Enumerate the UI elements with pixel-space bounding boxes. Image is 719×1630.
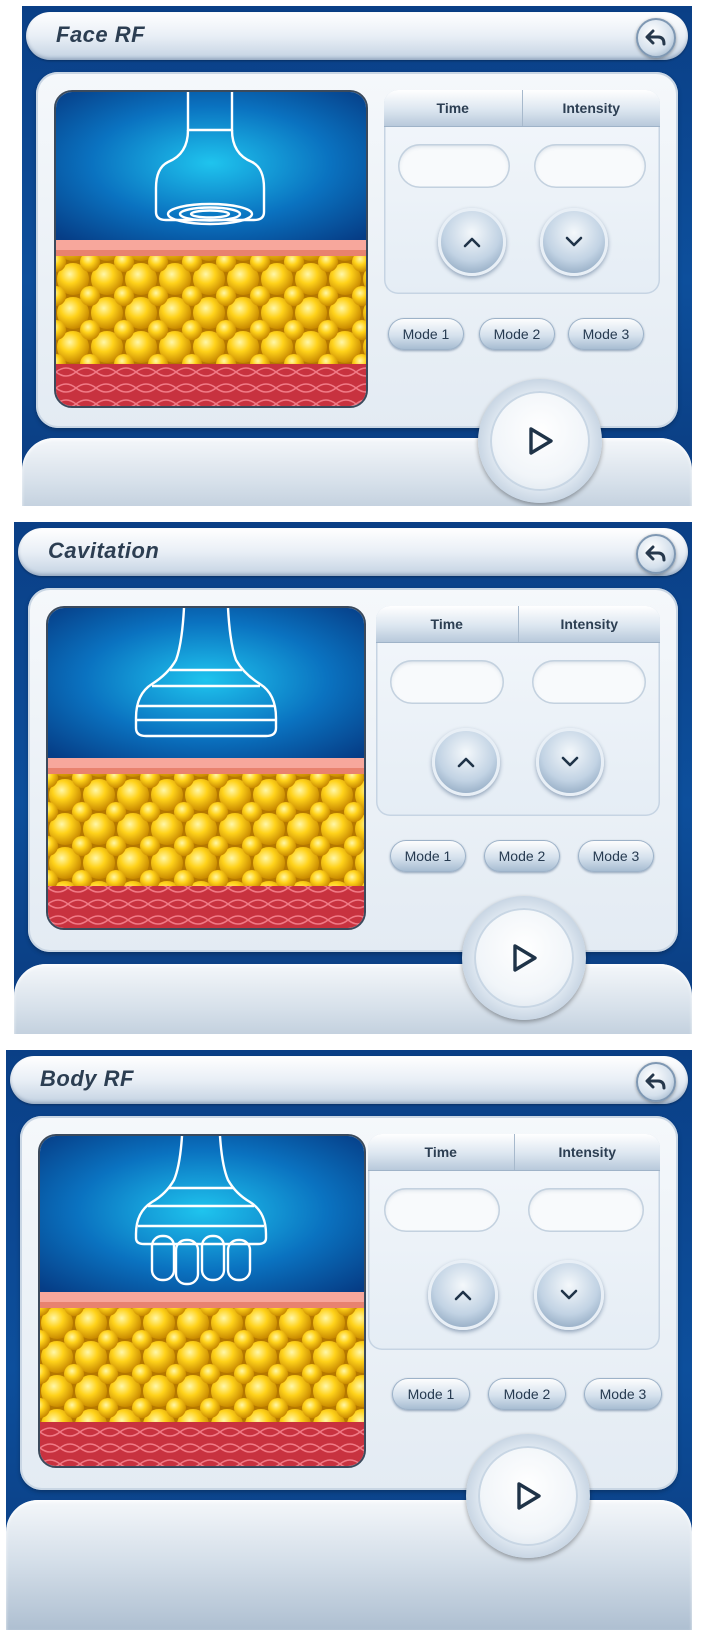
- mode-2-button[interactable]: Mode 2: [484, 840, 560, 872]
- screen-body-rf: Body RF Time Intensity Mode 1 Mode 2 Mod…: [6, 1050, 692, 1630]
- decrease-button[interactable]: [534, 1260, 604, 1330]
- increase-button[interactable]: [438, 208, 506, 276]
- mode-3-button[interactable]: Mode 3: [578, 840, 654, 872]
- title-bar: Body RF: [10, 1056, 688, 1104]
- time-value-field[interactable]: [384, 1188, 500, 1232]
- treatment-panel: Time Intensity Mode 1 Mode 2 Mode 3: [20, 1116, 678, 1490]
- chevron-up-icon: [463, 237, 481, 248]
- decrease-button[interactable]: [540, 208, 608, 276]
- play-icon: [513, 944, 537, 972]
- page-title: Face RF: [56, 22, 146, 47]
- back-button[interactable]: [636, 18, 676, 58]
- page-title: Cavitation: [48, 538, 160, 563]
- tab-intensity[interactable]: Intensity: [513, 1134, 661, 1170]
- chevron-down-icon: [561, 756, 579, 767]
- play-icon: [517, 1482, 541, 1510]
- mode-1-button[interactable]: Mode 1: [388, 318, 464, 350]
- chevron-up-icon: [457, 757, 475, 768]
- bottom-bar: [6, 1500, 692, 1630]
- time-value-field[interactable]: [398, 144, 510, 188]
- tab-time[interactable]: Time: [384, 90, 522, 126]
- chevron-down-icon: [565, 236, 583, 247]
- start-button-ring: [478, 379, 602, 503]
- tab-intensity[interactable]: Intensity: [521, 90, 661, 126]
- chevron-down-icon: [560, 1289, 578, 1300]
- title-bar: Face RF: [26, 12, 688, 60]
- intensity-value-field[interactable]: [534, 144, 646, 188]
- mode-2-button[interactable]: Mode 2: [488, 1378, 566, 1410]
- treatment-panel: Time Intensity Mode 1 Mode 2 Mode 3: [36, 72, 678, 428]
- start-button-ring: [466, 1434, 590, 1558]
- treatment-panel: Time Intensity Mode 1 Mode 2 Mode 3: [28, 588, 678, 952]
- title-bar: Cavitation: [18, 528, 688, 576]
- mode-3-button[interactable]: Mode 3: [568, 318, 644, 350]
- mode-1-button[interactable]: Mode 1: [390, 840, 466, 872]
- back-arrow-icon: [645, 545, 666, 562]
- tab-time[interactable]: Time: [376, 606, 518, 642]
- increase-button[interactable]: [428, 1260, 498, 1330]
- screen-face-rf: Face RF Time Intensity Mode 1 Mode 2 Mod…: [22, 6, 692, 506]
- time-value-field[interactable]: [390, 660, 504, 704]
- mode-1-button[interactable]: Mode 1: [392, 1378, 470, 1410]
- settings-tabs: Time Intensity: [384, 90, 660, 127]
- back-arrow-icon: [645, 29, 666, 46]
- bottom-bar: [14, 964, 692, 1034]
- cavitation-illustration: [46, 606, 366, 930]
- tab-intensity[interactable]: Intensity: [517, 606, 661, 642]
- back-button[interactable]: [636, 534, 676, 574]
- start-button[interactable]: [478, 1446, 578, 1546]
- back-arrow-icon: [645, 1073, 666, 1090]
- play-icon: [529, 427, 553, 455]
- tab-time[interactable]: Time: [368, 1134, 514, 1170]
- face-rf-illustration: [54, 90, 368, 408]
- intensity-value-field[interactable]: [528, 1188, 644, 1232]
- decrease-button[interactable]: [536, 728, 604, 796]
- start-button-ring: [462, 896, 586, 1020]
- settings-box: Time Intensity: [384, 90, 660, 294]
- increase-button[interactable]: [432, 728, 500, 796]
- page-title: Body RF: [40, 1066, 134, 1091]
- start-button[interactable]: [474, 908, 574, 1008]
- settings-tabs: Time Intensity: [368, 1134, 660, 1171]
- start-button[interactable]: [490, 391, 590, 491]
- intensity-value-field[interactable]: [532, 660, 646, 704]
- body-rf-illustration: [38, 1134, 366, 1468]
- back-button[interactable]: [636, 1062, 676, 1102]
- screen-cavitation: Cavitation Time Intensity Mode 1 Mode 2 …: [14, 522, 692, 1034]
- settings-box: Time Intensity: [368, 1134, 660, 1350]
- mode-3-button[interactable]: Mode 3: [584, 1378, 662, 1410]
- settings-tabs: Time Intensity: [376, 606, 660, 643]
- mode-2-button[interactable]: Mode 2: [479, 318, 555, 350]
- chevron-up-icon: [454, 1290, 472, 1301]
- settings-box: Time Intensity: [376, 606, 660, 816]
